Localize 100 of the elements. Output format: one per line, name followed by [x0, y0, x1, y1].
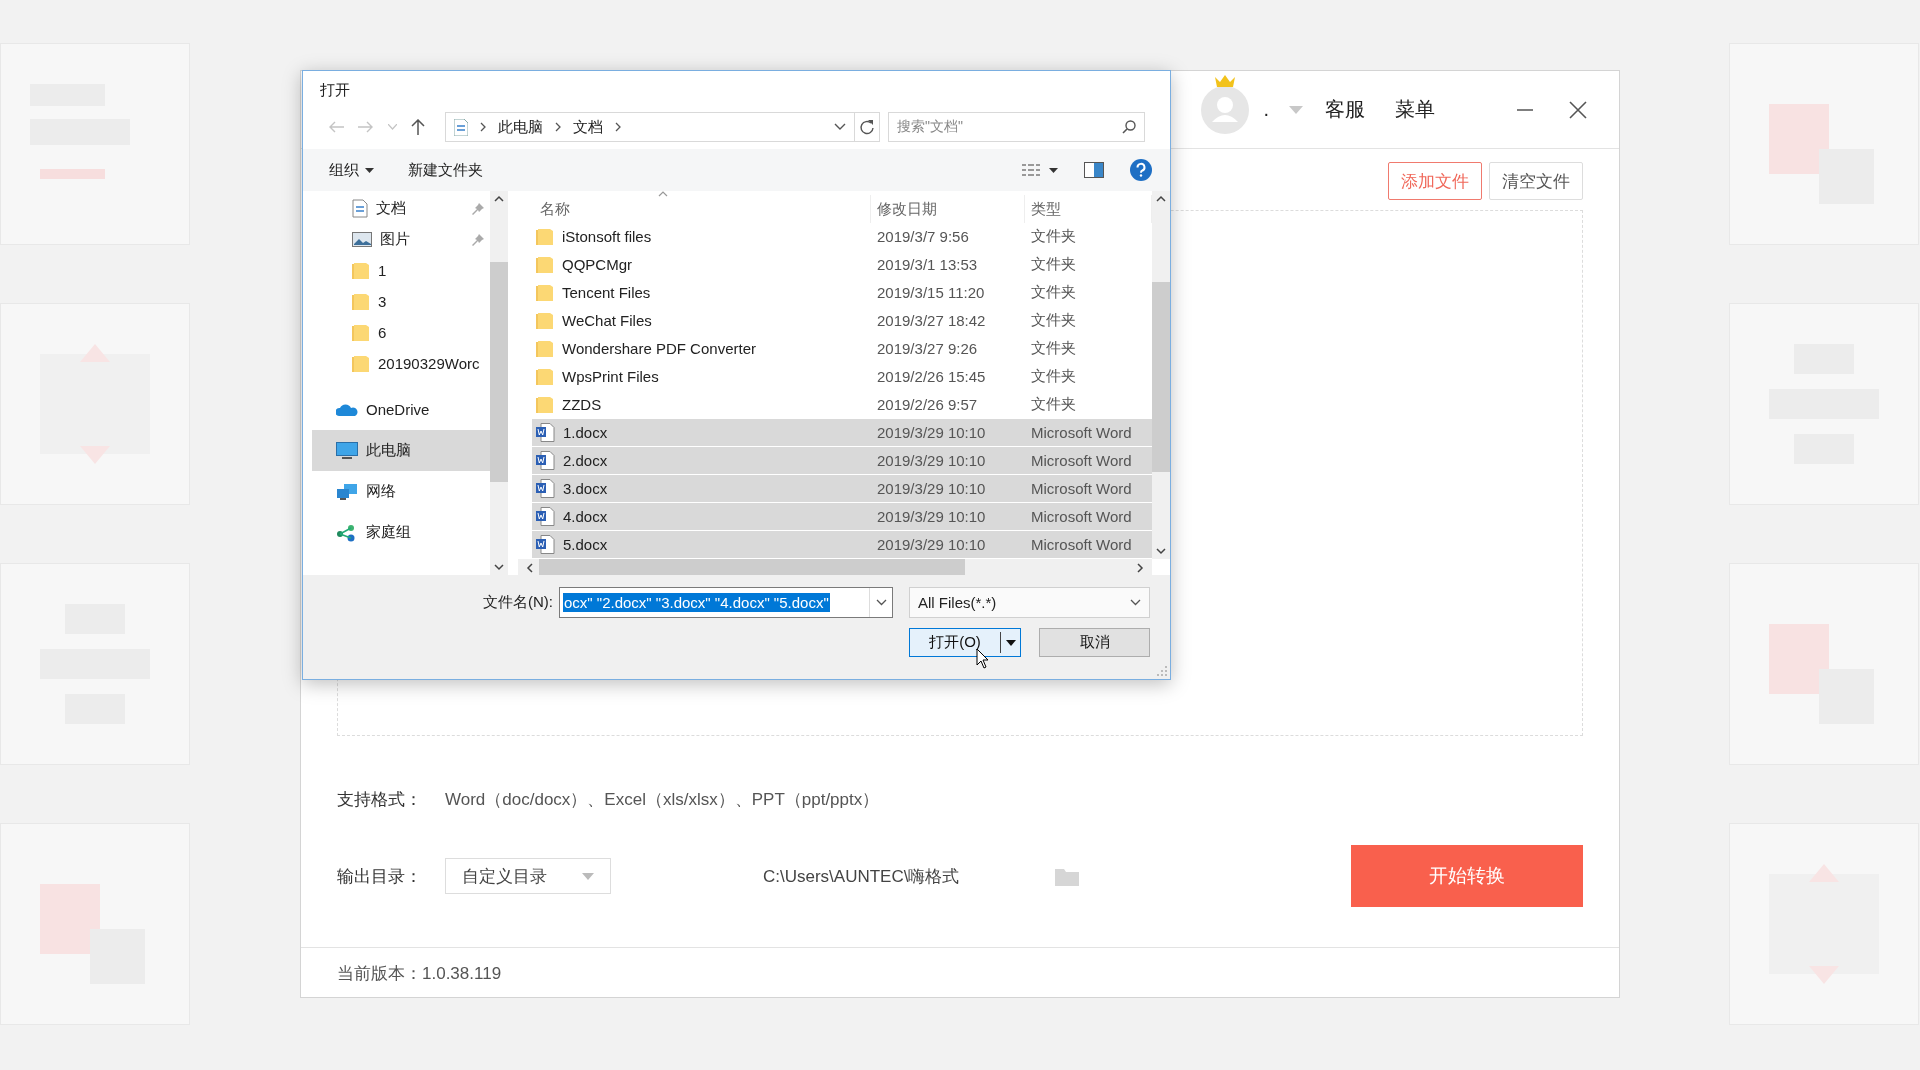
file-type: 文件夹 — [1031, 367, 1076, 386]
scroll-up-icon[interactable] — [1156, 195, 1166, 202]
sidebar-item[interactable]: 网络 — [312, 471, 490, 512]
scroll-left-icon[interactable] — [526, 562, 533, 573]
file-type: 文件夹 — [1031, 339, 1076, 358]
file-name: QQPCMgr — [562, 256, 632, 273]
file-name: Wondershare PDF Converter — [562, 340, 756, 357]
file-date: 2019/3/27 9:26 — [877, 340, 978, 357]
word-document-icon — [536, 479, 555, 498]
output-path: C:\Users\AUNTEC\嗨格式 — [763, 865, 960, 888]
file-date: 2019/3/29 10:10 — [877, 452, 986, 469]
breadcrumb-item[interactable]: 文档 — [573, 117, 603, 137]
column-header[interactable]: 修改日期 — [871, 195, 1025, 223]
caret-icon[interactable] — [875, 599, 887, 606]
word-document-icon — [536, 423, 555, 442]
file-type-dropdown[interactable]: All Files(*.*) — [909, 587, 1150, 618]
file-row[interactable]: WpsPrint Files 2019/2/26 15:45 文件夹 — [532, 363, 1152, 391]
file-name: WpsPrint Files — [562, 368, 659, 385]
file-name: Tencent Files — [562, 284, 651, 301]
sidebar-item[interactable]: 图片 — [312, 224, 490, 255]
version-text: 当前版本：1.0.38.119 — [337, 964, 502, 983]
cancel-button[interactable]: 取消 — [1039, 628, 1150, 657]
file-row[interactable]: 5.docx 2019/3/29 10:10 Microsoft Word — [532, 531, 1152, 559]
file-row[interactable]: 3.docx 2019/3/29 10:10 Microsoft Word — [532, 475, 1152, 503]
file-row[interactable]: Tencent Files 2019/3/15 11:20 文件夹 — [532, 279, 1152, 307]
new-folder-button[interactable]: 新建文件夹 — [404, 160, 487, 180]
word-document-icon — [536, 535, 555, 554]
chevron-icon[interactable] — [555, 122, 561, 132]
address-bar[interactable]: 此电脑 文档 — [445, 112, 855, 142]
file-name: iStonsoft files — [562, 228, 652, 245]
sidebar-item[interactable]: 20190329Worc — [312, 348, 490, 379]
scrollbar[interactable] — [490, 191, 508, 575]
file-row[interactable]: QQPCMgr 2019/3/1 13:53 文件夹 — [532, 251, 1152, 279]
scroll-down-icon[interactable] — [494, 564, 504, 571]
resize-grip-icon[interactable] — [1157, 666, 1167, 676]
file-name-field[interactable]: ocx" "2.docx" "3.docx" "4.docx" "5.docx" — [559, 587, 893, 618]
scroll-up-icon[interactable] — [494, 195, 504, 202]
folder-icon — [536, 228, 554, 245]
folder-icon — [352, 262, 370, 279]
file-row[interactable]: WeChat Files 2019/3/27 18:42 文件夹 — [532, 307, 1152, 335]
sidebar-item[interactable]: OneDrive — [312, 389, 490, 430]
folder-icon — [352, 355, 370, 372]
file-name: 2.docx — [563, 452, 608, 469]
word-document-icon — [536, 507, 555, 526]
file-name: ZZDS — [562, 396, 602, 413]
up-icon[interactable] — [411, 119, 425, 135]
folder-icon — [536, 256, 554, 273]
caret-icon — [1130, 599, 1141, 606]
output-dropdown[interactable]: 自定义目录 — [445, 858, 611, 894]
close-icon[interactable] — [1569, 100, 1587, 119]
preview-pane-icon[interactable] — [1084, 162, 1104, 178]
header-link[interactable]: 菜单 — [1395, 96, 1435, 123]
file-name: WeChat Files — [562, 312, 652, 329]
file-type: 文件夹 — [1031, 311, 1076, 330]
scroll-right-icon[interactable] — [1137, 562, 1144, 573]
file-row[interactable]: iStonsoft files 2019/3/7 9:56 文件夹 — [532, 223, 1152, 251]
file-row[interactable]: Wondershare PDF Converter 2019/3/27 9:26 文件夹 — [532, 335, 1152, 363]
file-type: Microsoft Word — [1031, 452, 1132, 469]
caret-icon[interactable] — [834, 123, 846, 131]
sidebar-item[interactable]: 1 — [312, 255, 490, 286]
scrollbar[interactable] — [1152, 191, 1170, 559]
file-date: 2019/3/29 10:10 — [877, 536, 986, 553]
sidebar-item[interactable]: 3 — [312, 286, 490, 317]
caret-icon — [582, 872, 594, 880]
file-type: Microsoft Word — [1031, 508, 1132, 525]
sidebar-item[interactable]: 6 — [312, 317, 490, 348]
column-header[interactable]: 名称 — [532, 195, 871, 223]
view-options-icon[interactable] — [1022, 163, 1058, 177]
chevron-icon[interactable] — [615, 122, 621, 132]
scroll-down-icon[interactable] — [1156, 548, 1166, 555]
organize-menu[interactable]: 组织 — [325, 160, 378, 180]
breadcrumb-item[interactable]: 此电脑 — [498, 117, 543, 137]
formats-label: 支持格式： — [337, 789, 423, 811]
file-name: 1.docx — [563, 424, 608, 441]
file-date: 2019/3/29 10:10 — [877, 480, 986, 497]
document-icon — [454, 118, 468, 136]
dialog-title: 打开 — [320, 80, 350, 100]
refresh-icon[interactable] — [854, 112, 880, 142]
folder-icon — [536, 368, 554, 385]
file-row[interactable]: 2.docx 2019/3/29 10:10 Microsoft Word — [532, 447, 1152, 475]
search-icon[interactable] — [1122, 120, 1136, 134]
folder-icon — [352, 293, 370, 310]
cloud-icon — [336, 402, 358, 417]
file-row[interactable]: 1.docx 2019/3/29 10:10 Microsoft Word — [532, 419, 1152, 447]
search-field[interactable]: 搜索"文档" — [888, 112, 1145, 142]
caret-icon — [1005, 639, 1016, 646]
file-row[interactable]: ZZDS 2019/2/26 9:57 文件夹 — [532, 391, 1152, 419]
sidebar-item[interactable]: 此电脑 — [312, 430, 490, 471]
folder-icon — [536, 396, 554, 413]
help-icon[interactable] — [1130, 159, 1152, 181]
file-type: 文件夹 — [1031, 395, 1076, 414]
sidebar-item[interactable]: 文档 — [312, 193, 490, 224]
sidebar-item[interactable]: 家庭组 — [312, 512, 490, 553]
file-row[interactable]: 4.docx 2019/3/29 10:10 Microsoft Word — [532, 503, 1152, 531]
file-date: 2019/2/26 15:45 — [877, 368, 986, 385]
header-link[interactable]: 客服 — [1325, 96, 1365, 123]
file-date: 2019/3/27 18:42 — [877, 312, 986, 329]
chevron-icon[interactable] — [480, 122, 486, 132]
file-button[interactable]: 清空文件 — [1489, 162, 1583, 200]
folder-icon — [536, 312, 554, 329]
